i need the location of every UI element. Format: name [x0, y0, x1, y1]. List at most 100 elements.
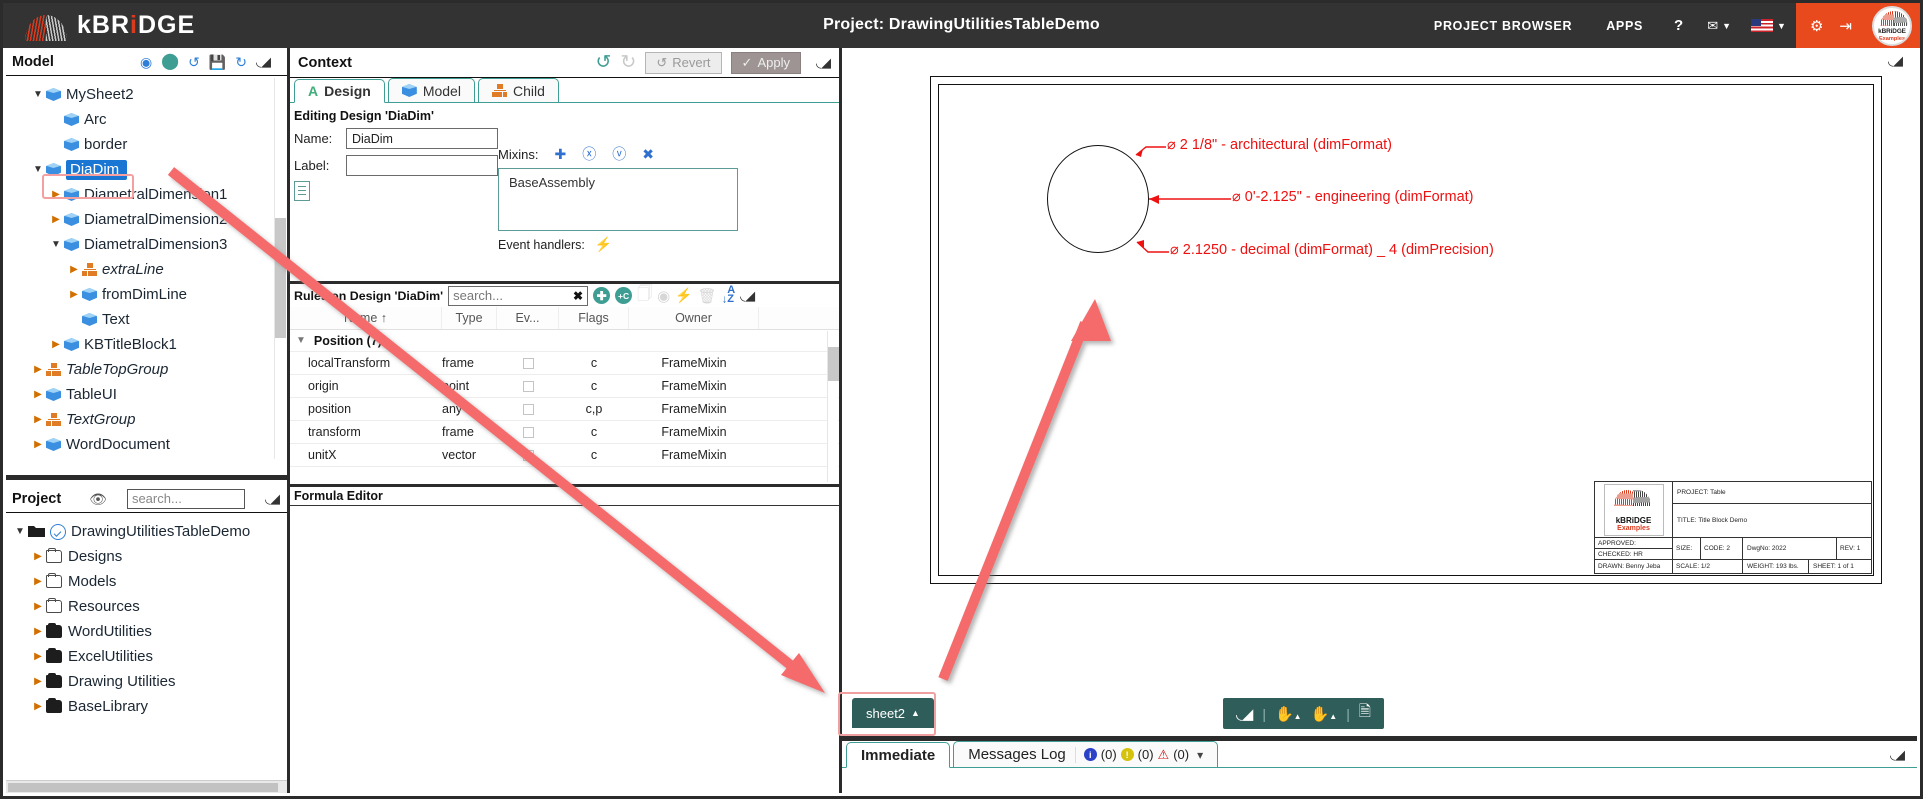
rules-column-header[interactable]: Flags [559, 307, 629, 329]
rules-search-input[interactable]: search... ✖ [448, 285, 589, 306]
pdf-icon[interactable]: 🗎 [1359, 701, 1371, 726]
help-button[interactable]: ? [1660, 17, 1697, 34]
pan-icon[interactable]: ✋▲ [1311, 705, 1338, 723]
tree-item[interactable]: ▶ DiametralDimension2 [6, 207, 287, 232]
language-menu[interactable]: ▼ [1741, 19, 1796, 32]
tree-item[interactable]: ▼ DiaDim [6, 157, 287, 182]
twisty-collapsed-icon[interactable]: ▶ [30, 651, 46, 662]
history-icon[interactable]: ↺ [188, 55, 200, 69]
tree-item[interactable]: ▶ Models [6, 569, 287, 594]
tab-immediate[interactable]: Immediate [846, 742, 951, 768]
twisty-collapsed-icon[interactable]: ▶ [30, 676, 46, 687]
project-search-input[interactable]: search... [126, 488, 245, 509]
rules-table-body[interactable]: ▼ Position (7) localTransform frame c FrameMi… [290, 330, 839, 467]
table-row[interactable]: origin point c FrameMixin [290, 375, 839, 398]
tree-item[interactable]: ▶ fromDimLine [6, 282, 287, 307]
rules-scrollbar[interactable] [827, 331, 839, 482]
tree-item[interactable]: ▼ DiametralDimension3 [6, 232, 287, 257]
move-up-icon[interactable]: ⓥ [612, 144, 626, 164]
twisty-expanded-icon[interactable]: ▼ [48, 239, 64, 250]
tree-item[interactable]: ▶ extraLine [6, 257, 287, 282]
rotate-icon[interactable]: ✋▲ [1275, 705, 1302, 723]
expand-icon[interactable]: ◟◢ [1888, 53, 1903, 69]
gear-icon[interactable]: ⚙ [1810, 17, 1823, 35]
sheet-tab-sheet2[interactable]: sheet2 ▲ [838, 692, 936, 736]
expand-icon[interactable]: ◟◢ [816, 55, 831, 71]
logout-icon[interactable]: ⇥ [1839, 17, 1852, 35]
twisty-expanded-icon[interactable]: ▼ [30, 89, 46, 100]
remove-icon[interactable]: ✖ [642, 146, 654, 163]
document-icon[interactable] [294, 181, 310, 201]
table-row[interactable]: position any c,p FrameMixin [290, 398, 839, 421]
eye-off-icon[interactable]: 👁 [89, 492, 107, 506]
refresh-icon[interactable]: ↻ [235, 55, 247, 69]
twisty-collapsed-icon[interactable]: ▶ [66, 289, 82, 300]
add-icon[interactable]: ✚ [554, 146, 566, 163]
tree-item[interactable]: Text [6, 307, 287, 332]
undo-icon[interactable]: ↺ [595, 53, 611, 72]
copy-icon[interactable]: 🗍 [637, 283, 652, 308]
model-tree-scrollbar[interactable] [274, 78, 286, 459]
twisty-collapsed-icon[interactable]: ▶ [30, 626, 46, 637]
rules-column-header[interactable]: Owner [629, 307, 759, 329]
table-row[interactable]: localTransform frame c FrameMixin [290, 352, 839, 375]
apps-link[interactable]: APPS [1589, 19, 1660, 33]
twisty-collapsed-icon[interactable]: ▶ [30, 601, 46, 612]
tree-item[interactable]: ▶ TableUI [6, 382, 287, 407]
tree-item[interactable]: ▶ Designs [6, 544, 287, 569]
tab-messages-log[interactable]: Messages Log i (0) ! (0) ⚠ (0) ▾ [953, 741, 1219, 767]
rules-table[interactable]: Name ↑ Type Ev... Flags Owner ▼ Position (7) l… [290, 307, 839, 484]
rules-column-header[interactable]: Name ↑ [290, 307, 442, 329]
twisty-expanded-icon[interactable]: ▼ [296, 335, 306, 346]
twisty-collapsed-icon[interactable]: ▶ [30, 701, 46, 712]
expand-icon[interactable]: ◟◢ [265, 491, 280, 507]
add-child-rule-icon[interactable]: +C [615, 287, 633, 304]
tree-item[interactable]: ▶ DiametralDimension1 [6, 182, 287, 207]
rules-column-header[interactable]: Type [442, 307, 497, 329]
expand-icon[interactable]: ◟◢ [1890, 747, 1905, 763]
tree-item[interactable]: ▼ DrawingUtilitiesTableDemo [6, 519, 287, 544]
twisty-collapsed-icon[interactable]: ▶ [48, 189, 64, 200]
project-browser-link[interactable]: PROJECT BROWSER [1417, 19, 1589, 33]
add-rule-icon[interactable]: ✚ [593, 287, 611, 304]
tab-design[interactable]: A Design [294, 79, 385, 103]
avatar[interactable]: kBRiDGE Examples [1872, 5, 1912, 46]
label-input[interactable] [346, 155, 498, 176]
twisty-collapsed-icon[interactable]: ▶ [30, 551, 46, 562]
model-tree[interactable]: ▼ MySheet2 Arc border ▼ DiaDim ▶ DiametralDimen… [6, 76, 287, 475]
project-tree[interactable]: ▼ DrawingUtilitiesTableDemo ▶ Designs ▶ Model… [6, 513, 287, 780]
twisty-collapsed-icon[interactable]: ▶ [48, 339, 64, 350]
tree-item[interactable]: ▶ WordUtilities [6, 619, 287, 644]
rules-column-header[interactable]: Ev... [497, 307, 559, 329]
save-icon[interactable]: 💾 [209, 55, 226, 69]
name-input[interactable]: DiaDim [346, 128, 498, 149]
twisty-collapsed-icon[interactable]: ▶ [30, 414, 46, 425]
tree-item[interactable]: ▶ KBTitleBlock1 [6, 332, 287, 357]
tab-model[interactable]: Model [387, 78, 475, 102]
clear-x-icon[interactable]: ✖ [573, 289, 583, 303]
fit-icon[interactable]: ◟◢ [1236, 705, 1253, 723]
tree-item[interactable]: Arc [6, 107, 287, 132]
drawing-canvas[interactable]: ◟◢ ⌀ 2 1/8" - architectural (dimFormat) … [842, 48, 1917, 692]
lightning-icon[interactable]: ⚡ [675, 287, 692, 304]
mail-menu[interactable]: ✉ ▼ [1697, 18, 1741, 34]
twisty-expanded-icon[interactable]: ▼ [30, 164, 46, 175]
twisty-collapsed-icon[interactable]: ▶ [30, 389, 46, 400]
status-dot-icon[interactable]: ⬤ [161, 53, 179, 70]
rule-event-checkbox[interactable] [497, 380, 559, 392]
twisty-collapsed-icon[interactable]: ▶ [30, 439, 46, 450]
tree-item[interactable]: ▶ TableTopGroup [6, 357, 287, 382]
twisty-collapsed-icon[interactable]: ▶ [48, 214, 64, 225]
redo-icon[interactable]: ↻ [620, 53, 636, 72]
tree-item[interactable]: ▶ ExcelUtilities [6, 644, 287, 669]
tree-item[interactable]: ▼ MySheet2 [6, 82, 287, 107]
rule-event-checkbox[interactable] [497, 449, 559, 461]
apply-button[interactable]: ✓ Apply [730, 51, 801, 74]
expand-icon[interactable]: ◟◢ [740, 288, 755, 304]
revert-button[interactable]: ↺ Revert [645, 51, 722, 74]
tree-item[interactable]: ▶ Resources [6, 594, 287, 619]
tree-item[interactable]: ▶ Drawing Utilities [6, 669, 287, 694]
rules-group-header[interactable]: ▼ Position (7) [290, 330, 839, 352]
tree-item[interactable]: border [6, 132, 287, 157]
rule-event-checkbox[interactable] [497, 403, 559, 415]
